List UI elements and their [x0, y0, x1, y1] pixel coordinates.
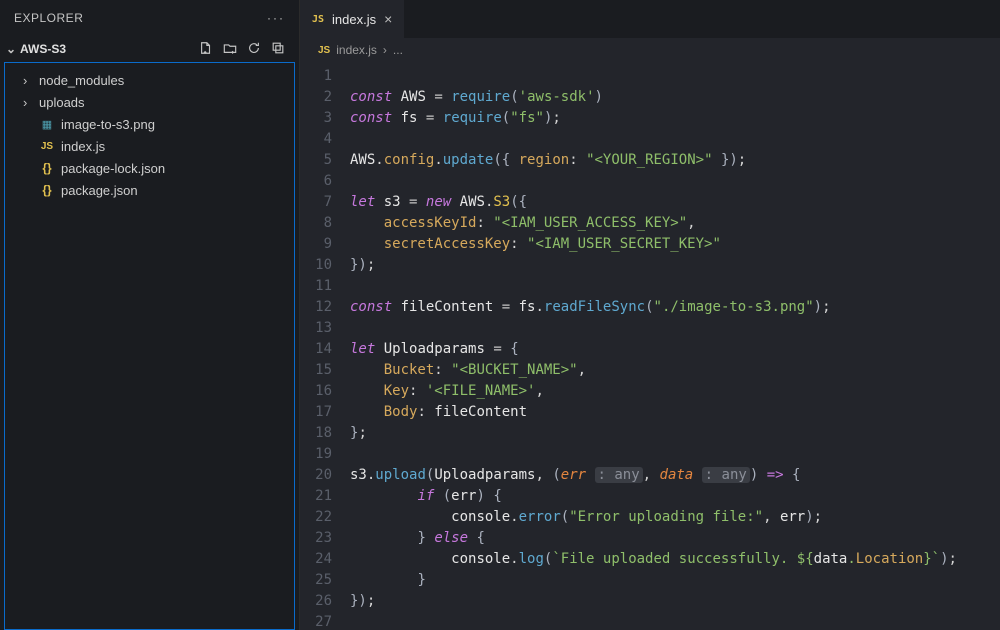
file-label: uploads [39, 95, 85, 110]
chevron-right-icon: › [23, 73, 33, 88]
file-label: package.json [61, 183, 138, 198]
explorer-more-icon[interactable]: ··· [267, 11, 285, 25]
breadcrumb-rest: ... [393, 43, 403, 57]
file-label: image-to-s3.png [61, 117, 155, 132]
js-icon: JS [39, 141, 55, 152]
file-image-png[interactable]: ▦ image-to-s3.png [5, 113, 294, 135]
file-index-js[interactable]: JS index.js [5, 135, 294, 157]
js-icon: JS [318, 45, 330, 56]
folder-node-modules[interactable]: › node_modules [5, 69, 294, 91]
breadcrumb[interactable]: JS index.js › ... [300, 38, 1000, 62]
explorer-header: EXPLORER ··· [0, 0, 299, 36]
js-icon: JS [312, 14, 324, 25]
folder-uploads[interactable]: › uploads [5, 91, 294, 113]
tab-index-js[interactable]: JS index.js × [300, 0, 404, 38]
chevron-right-icon: › [383, 43, 387, 57]
file-package-json[interactable]: {} package.json [5, 179, 294, 201]
tab-bar: JS index.js × [300, 0, 1000, 38]
new-folder-icon[interactable] [223, 41, 237, 58]
project-actions [199, 41, 285, 58]
file-tree: › node_modules › uploads ▦ image-to-s3.p… [4, 62, 295, 630]
close-icon[interactable]: × [384, 11, 392, 27]
file-label: package-lock.json [61, 161, 165, 176]
breadcrumb-file: index.js [336, 43, 377, 57]
collapse-icon[interactable] [271, 41, 285, 58]
refresh-icon[interactable] [247, 41, 261, 58]
image-icon: ▦ [39, 118, 55, 131]
code-editor[interactable]: 1 2const AWS = require('aws-sdk') 3const… [300, 62, 1000, 630]
explorer-sidebar: EXPLORER ··· ⌄ AWS-S3 › node_modules › u… [0, 0, 300, 630]
file-label: node_modules [39, 73, 124, 88]
file-label: index.js [61, 139, 105, 154]
project-header[interactable]: ⌄ AWS-S3 [0, 36, 299, 62]
project-name: AWS-S3 [20, 42, 66, 56]
editor-pane: JS index.js × JS index.js › ... 1 2const… [300, 0, 1000, 630]
chevron-down-icon: ⌄ [6, 42, 16, 56]
json-icon: {} [39, 161, 55, 175]
new-file-icon[interactable] [199, 41, 213, 58]
tab-label: index.js [332, 12, 376, 27]
file-package-lock[interactable]: {} package-lock.json [5, 157, 294, 179]
json-icon: {} [39, 183, 55, 197]
explorer-title: EXPLORER [14, 11, 83, 25]
chevron-right-icon: › [23, 95, 33, 110]
